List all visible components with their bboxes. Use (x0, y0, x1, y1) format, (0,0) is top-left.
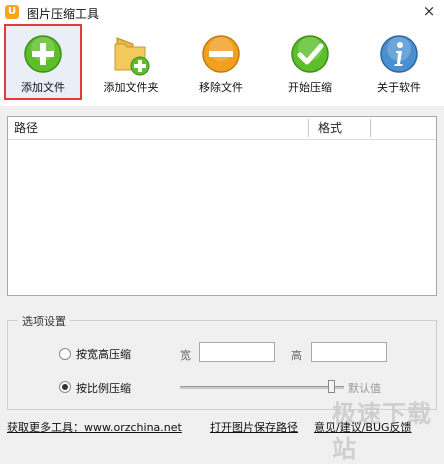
folder-plus-icon (114, 37, 150, 76)
remove-file-label: 移除文件 (199, 81, 243, 94)
resize-by-size-radio[interactable] (59, 348, 71, 360)
ratio-slider-thumb[interactable] (328, 380, 335, 393)
about-button[interactable]: 关于软件 (360, 24, 438, 100)
minus-circle-icon (202, 35, 240, 73)
add-file-button[interactable]: 添加文件 (4, 24, 82, 100)
width-input[interactable] (199, 342, 275, 362)
ratio-slider-track[interactable] (180, 386, 344, 389)
info-circle-icon (380, 35, 418, 73)
width-label: 宽 (180, 349, 191, 362)
resize-by-size-label[interactable]: 按宽高压缩 (76, 346, 131, 362)
column-separator[interactable] (370, 119, 371, 137)
plus-circle-icon (24, 35, 62, 73)
add-file-label: 添加文件 (21, 81, 65, 94)
more-tools-link[interactable]: 获取更多工具：www.orzchina.net (7, 419, 182, 435)
about-label: 关于软件 (377, 81, 421, 94)
title-bar: U 图片压缩工具 × (0, 0, 444, 24)
height-input[interactable] (311, 342, 387, 362)
check-circle-icon (291, 35, 329, 73)
feedback-link[interactable]: 意见/建议/BUG反馈 (314, 419, 412, 435)
resize-by-ratio-radio[interactable] (59, 381, 71, 393)
options-group-title: 选项设置 (18, 313, 70, 329)
column-header-format[interactable]: 格式 (310, 117, 370, 139)
remove-file-button[interactable]: 移除文件 (182, 24, 260, 100)
column-header-path[interactable]: 路径 (8, 117, 308, 139)
file-list-header: 路径 格式 (8, 117, 436, 140)
height-label: 高 (291, 349, 302, 362)
close-button[interactable]: × (414, 0, 444, 22)
open-save-folder-link[interactable]: 打开图片保存路径 (210, 419, 298, 435)
file-list[interactable]: 路径 格式 (7, 116, 437, 296)
window-title: 图片压缩工具 (27, 7, 100, 21)
resize-by-ratio-label[interactable]: 按比例压缩 (76, 380, 131, 396)
column-separator[interactable] (308, 119, 309, 137)
toolbar: 添加文件 添加文件夹 移除文件 开始压缩 关于软件 (0, 24, 444, 106)
start-compress-label: 开始压缩 (288, 81, 332, 94)
add-folder-button[interactable]: 添加文件夹 (92, 24, 170, 100)
app-icon: U (5, 5, 19, 19)
start-compress-button[interactable]: 开始压缩 (271, 24, 349, 100)
add-folder-label: 添加文件夹 (103, 81, 159, 94)
